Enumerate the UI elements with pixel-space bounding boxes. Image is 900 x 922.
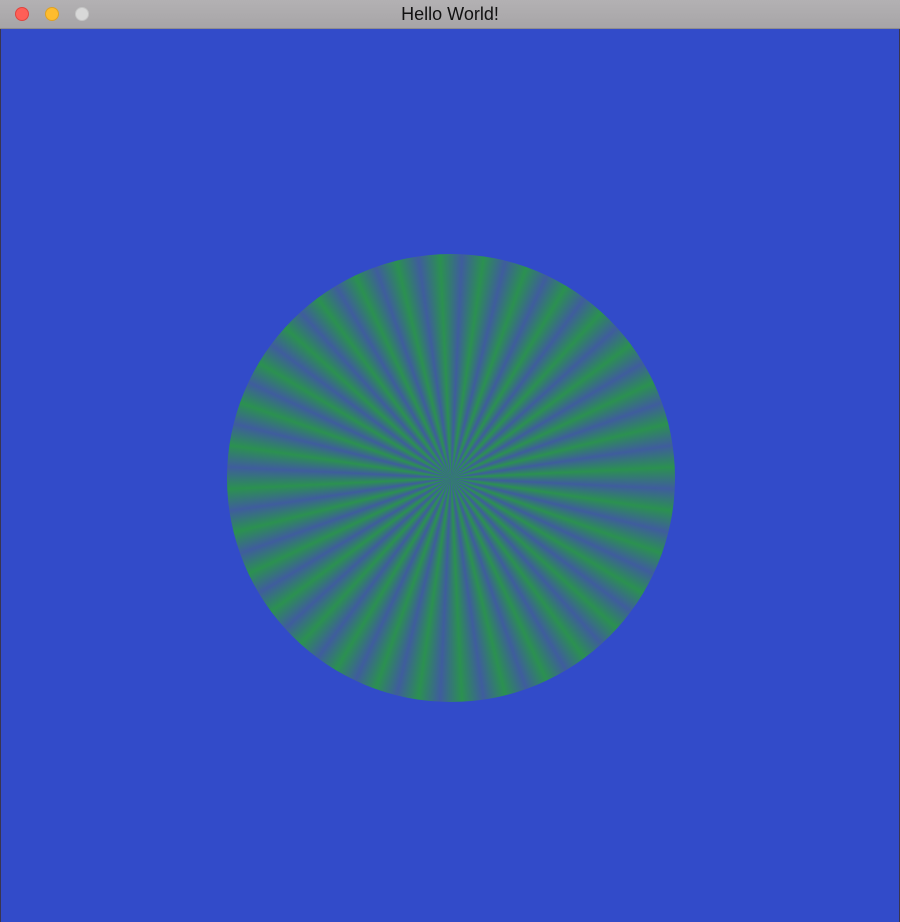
render-canvas [1, 29, 899, 922]
sunburst-circle [227, 254, 675, 702]
title-bar[interactable]: Hello World! [0, 0, 900, 29]
app-window: Hello World! [0, 0, 900, 922]
window-title: Hello World! [401, 4, 499, 24]
